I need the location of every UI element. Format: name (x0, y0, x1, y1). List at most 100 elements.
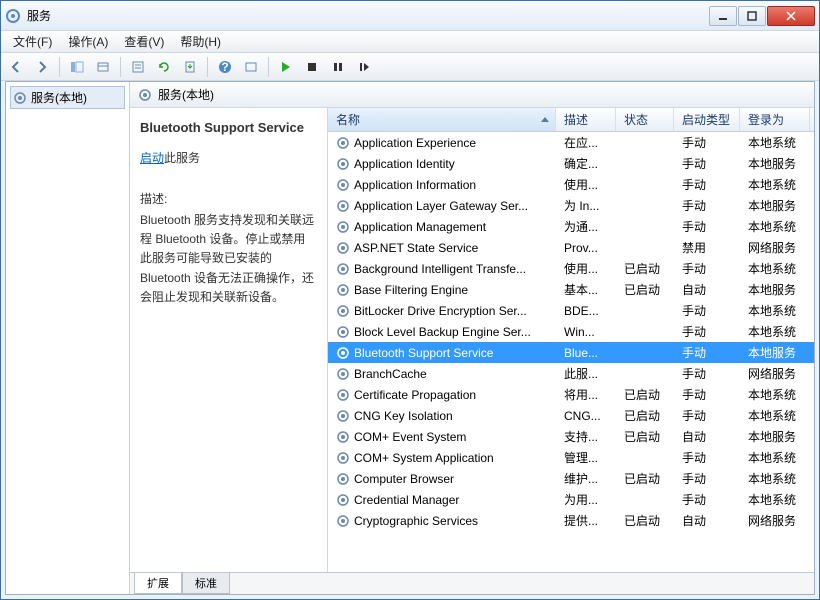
service-row[interactable]: Background Intelligent Transfe...使用...已启… (328, 258, 814, 279)
menu-file[interactable]: 文件(F) (5, 31, 60, 52)
start-service-line: 启动此服务 (140, 149, 317, 166)
service-row[interactable]: Application Information使用...手动本地系统 (328, 174, 814, 195)
cell-logon: 本地系统 (740, 260, 810, 277)
cell-status: 已启动 (616, 470, 674, 487)
refresh-button[interactable] (153, 56, 175, 78)
menu-view[interactable]: 查看(V) (116, 31, 172, 52)
service-row[interactable]: COM+ System Application管理...手动本地系统 (328, 447, 814, 468)
cell-logon: 本地服务 (740, 197, 810, 214)
cell-status: 已启动 (616, 428, 674, 445)
export-button[interactable] (92, 56, 114, 78)
cell-startup: 手动 (674, 344, 740, 361)
col-startup[interactable]: 启动类型 (674, 108, 740, 131)
minimize-button[interactable] (709, 6, 737, 26)
cell-desc: Blue... (556, 346, 616, 360)
gear-icon (336, 430, 350, 444)
tab-extended[interactable]: 扩展 (134, 573, 182, 594)
service-row[interactable]: CNG Key IsolationCNG...已启动手动本地系统 (328, 405, 814, 426)
service-row[interactable]: BitLocker Drive Encryption Ser...BDE...手… (328, 300, 814, 321)
service-row[interactable]: Bluetooth Support ServiceBlue...手动本地服务 (328, 342, 814, 363)
cell-logon: 本地系统 (740, 386, 810, 403)
service-list: 名称 描述 状态 启动类型 登录为 Application Experience… (328, 108, 814, 572)
main-header-title: 服务(本地) (158, 86, 214, 103)
cell-name: BitLocker Drive Encryption Ser... (328, 304, 556, 318)
export-list-button[interactable] (179, 56, 201, 78)
menu-help[interactable]: 帮助(H) (172, 31, 229, 52)
service-row[interactable]: Credential Manager为用...手动本地系统 (328, 489, 814, 510)
menu-action[interactable]: 操作(A) (60, 31, 116, 52)
toolbar: ? (1, 53, 819, 81)
forward-button[interactable] (31, 56, 53, 78)
gear-icon (336, 367, 350, 381)
cell-status: 已启动 (616, 512, 674, 529)
stop-service-button[interactable] (301, 56, 323, 78)
gear-icon (336, 157, 350, 171)
cell-desc: 在应... (556, 134, 616, 151)
navigation-pane: 服务(本地) (6, 82, 130, 594)
service-row[interactable]: ASP.NET State ServiceProv...禁用网络服务 (328, 237, 814, 258)
cell-startup: 手动 (674, 386, 740, 403)
menubar: 文件(F) 操作(A) 查看(V) 帮助(H) (1, 31, 819, 53)
start-service-button[interactable] (275, 56, 297, 78)
pause-service-button[interactable] (327, 56, 349, 78)
service-row[interactable]: Cryptographic Services提供...已启动自动网络服务 (328, 510, 814, 531)
service-row[interactable]: Certificate Propagation将用...已启动手动本地系统 (328, 384, 814, 405)
service-row[interactable]: Application Experience在应...手动本地系统 (328, 132, 814, 153)
service-row[interactable]: BranchCache此服...手动网络服务 (328, 363, 814, 384)
start-service-link[interactable]: 启动 (140, 151, 164, 165)
col-name[interactable]: 名称 (328, 108, 556, 131)
cell-status: 已启动 (616, 260, 674, 277)
cell-logon: 网络服务 (740, 512, 810, 529)
cell-name: ASP.NET State Service (328, 241, 556, 255)
client-area: 服务(本地) 服务(本地) Bluetooth Support Service … (5, 81, 815, 595)
col-description[interactable]: 描述 (556, 108, 616, 131)
cell-name: Certificate Propagation (328, 388, 556, 402)
gear-icon (336, 283, 350, 297)
tab-bar: 扩展 标准 (130, 572, 814, 594)
tab-standard[interactable]: 标准 (182, 573, 230, 594)
cell-name: COM+ System Application (328, 451, 556, 465)
service-row[interactable]: Application Management为通...手动本地系统 (328, 216, 814, 237)
cell-name: Application Layer Gateway Ser... (328, 199, 556, 213)
cell-name: Application Experience (328, 136, 556, 150)
cell-name: Application Information (328, 178, 556, 192)
help-button[interactable]: ? (214, 56, 236, 78)
close-button[interactable] (767, 6, 815, 26)
service-row[interactable]: Application Layer Gateway Ser...为 In...手… (328, 195, 814, 216)
col-status[interactable]: 状态 (616, 108, 674, 131)
separator (59, 57, 60, 77)
nav-node-services-local[interactable]: 服务(本地) (10, 86, 125, 109)
gear-icon (336, 451, 350, 465)
service-rows[interactable]: Application Experience在应...手动本地系统Applica… (328, 132, 814, 572)
cell-startup: 手动 (674, 365, 740, 382)
cell-logon: 本地系统 (740, 302, 810, 319)
titlebar[interactable]: 服务 (1, 1, 819, 31)
gear-icon (336, 388, 350, 402)
service-row[interactable]: Application Identity确定...手动本地服务 (328, 153, 814, 174)
cell-name: Bluetooth Support Service (328, 346, 556, 360)
gear-icon (336, 325, 350, 339)
service-row[interactable]: Computer Browser维护...已启动手动本地系统 (328, 468, 814, 489)
gear-icon (336, 262, 350, 276)
detail-pane: Bluetooth Support Service 启动此服务 描述: Blue… (130, 108, 328, 572)
show-hide-tree-button[interactable] (66, 56, 88, 78)
cell-startup: 手动 (674, 155, 740, 172)
restart-service-button[interactable] (353, 56, 375, 78)
main-header: 服务(本地) (130, 82, 814, 108)
cell-startup: 手动 (674, 407, 740, 424)
service-row[interactable]: Base Filtering Engine基本...已启动自动本地服务 (328, 279, 814, 300)
properties-button[interactable] (127, 56, 149, 78)
back-button[interactable] (5, 56, 27, 78)
col-logon[interactable]: 登录为 (740, 108, 810, 131)
service-row[interactable]: COM+ Event System支持...已启动自动本地服务 (328, 426, 814, 447)
gear-icon (336, 199, 350, 213)
gear-icon (336, 409, 350, 423)
service-row[interactable]: Block Level Backup Engine Ser...Win...手动… (328, 321, 814, 342)
options-button[interactable] (240, 56, 262, 78)
cell-startup: 手动 (674, 323, 740, 340)
cell-startup: 手动 (674, 197, 740, 214)
cell-desc: 此服... (556, 365, 616, 382)
maximize-button[interactable] (738, 6, 766, 26)
cell-logon: 本地服务 (740, 155, 810, 172)
cell-logon: 本地系统 (740, 407, 810, 424)
